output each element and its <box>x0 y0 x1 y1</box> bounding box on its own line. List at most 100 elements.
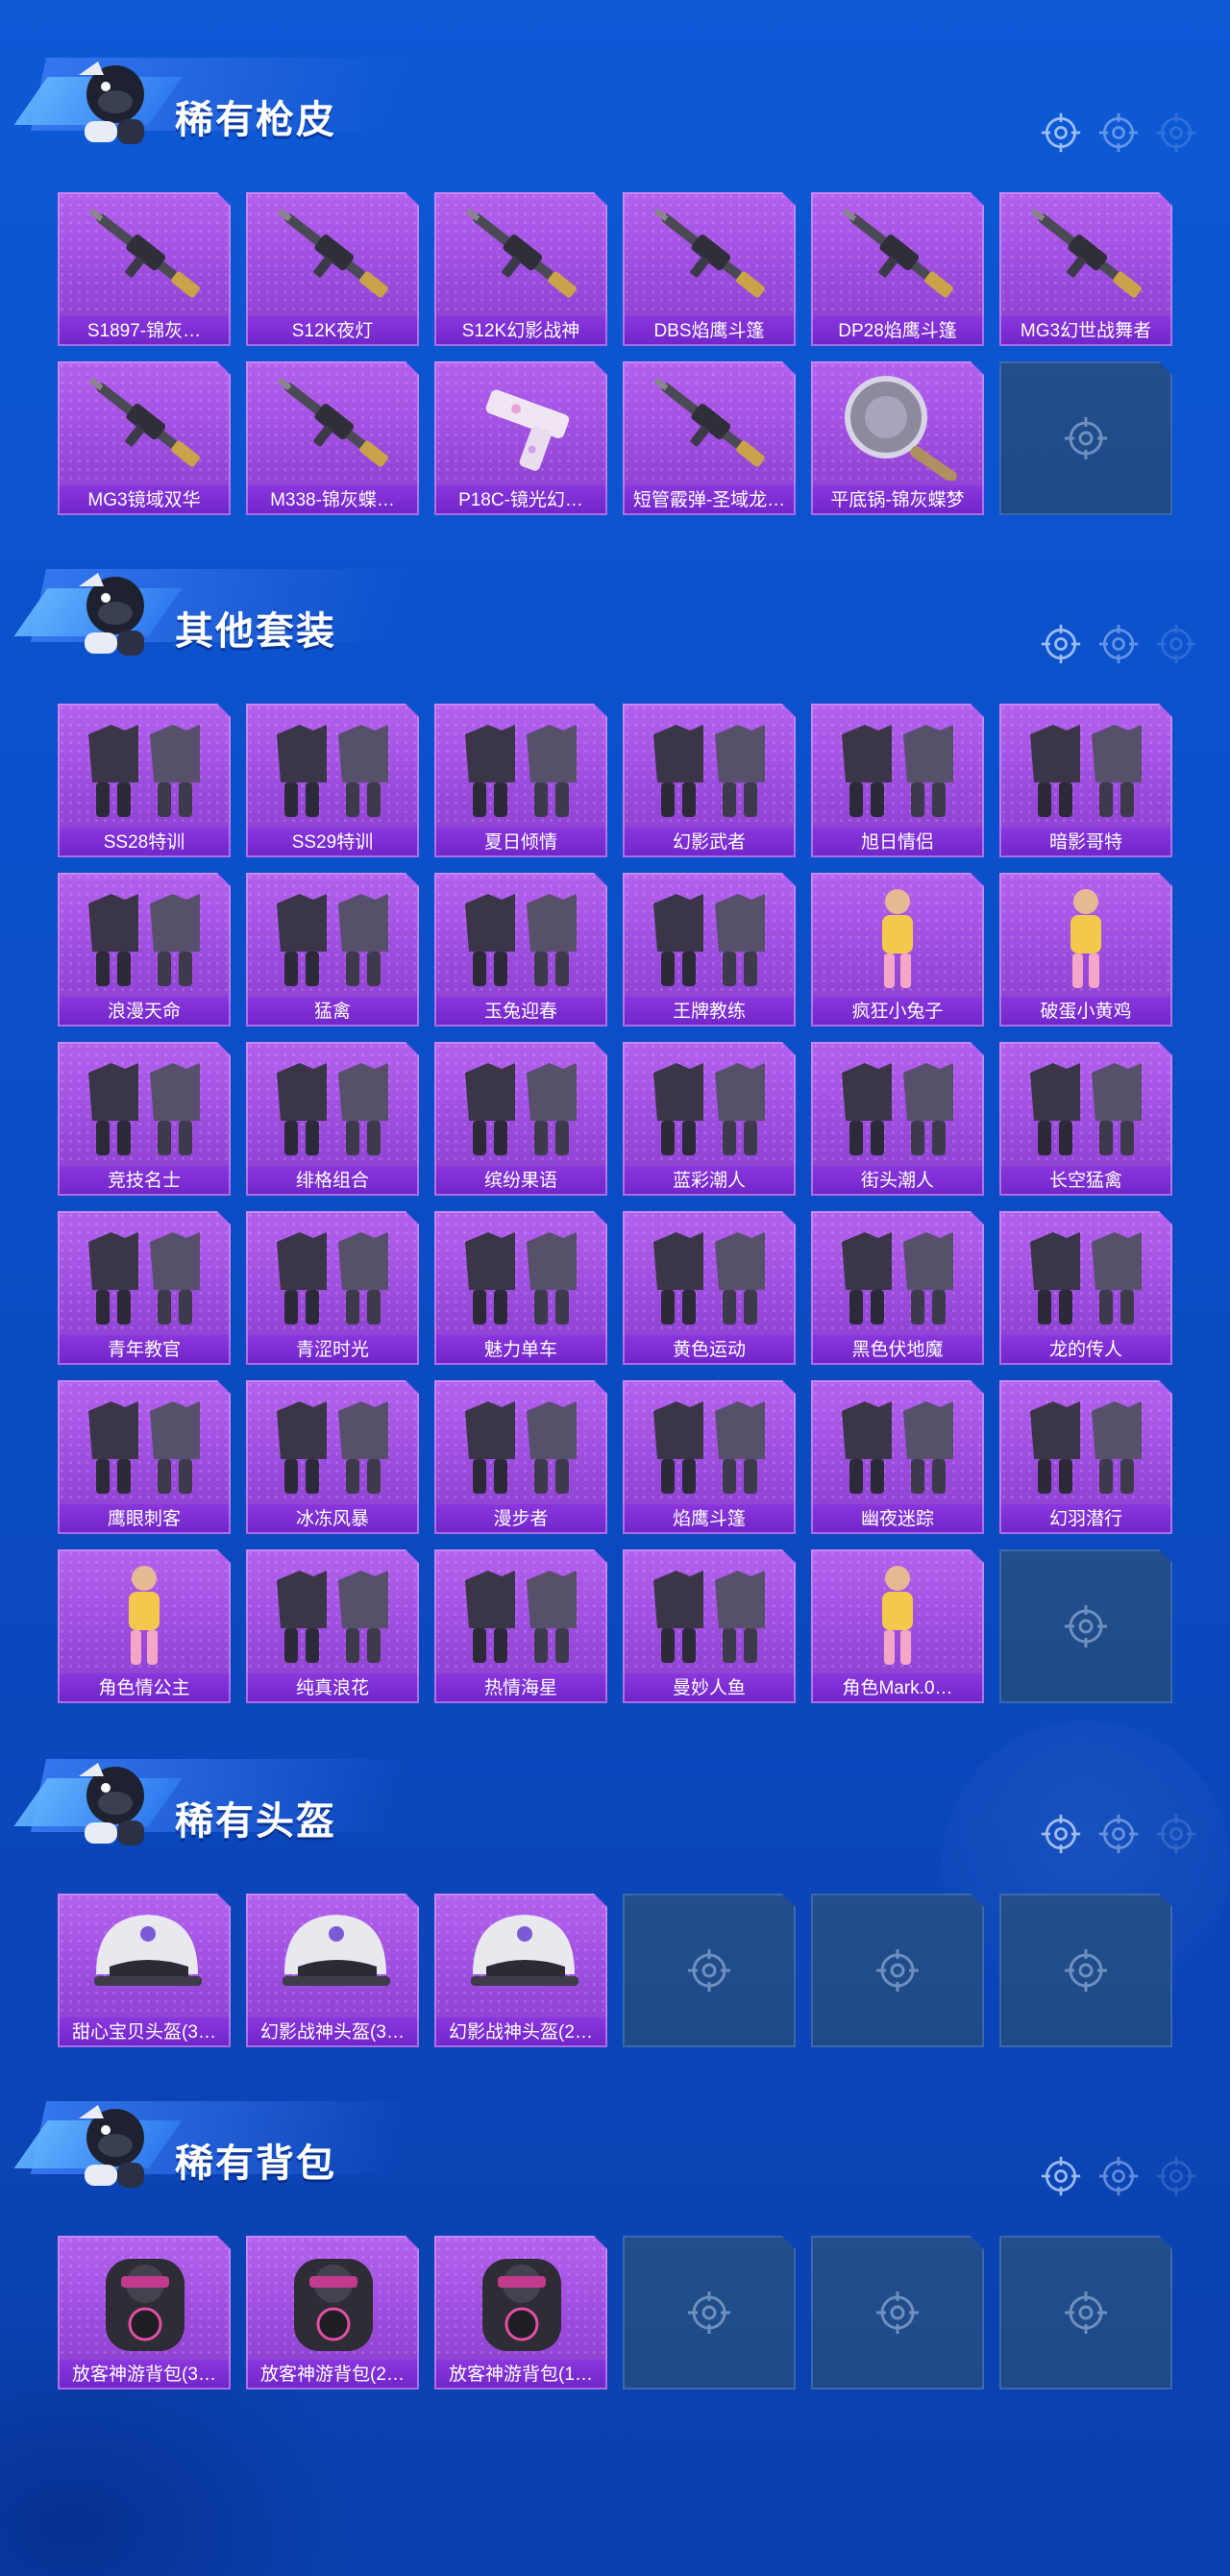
item-card[interactable]: S12K夜灯 <box>246 192 419 346</box>
mascot-icon <box>60 46 165 152</box>
item-label: MG3幻世战舞者 <box>999 316 1172 346</box>
item-label: 甜心宝贝头盔(3… <box>58 2018 231 2047</box>
item-image <box>444 879 598 992</box>
item-image <box>444 198 598 311</box>
item-card[interactable]: 龙的传人 <box>999 1211 1172 1365</box>
item-card[interactable]: 角色情公主 <box>58 1549 231 1703</box>
item-card[interactable]: 幻影战神头盔(2… <box>434 1894 607 2047</box>
item-card[interactable]: 曼妙人鱼 <box>623 1549 796 1703</box>
item-card[interactable]: 热情海星 <box>434 1549 607 1703</box>
item-label: S12K夜灯 <box>246 316 419 346</box>
item-card[interactable]: 玉兔迎春 <box>434 873 607 1027</box>
item-image <box>256 709 409 823</box>
item-card[interactable]: 鹰眼刺客 <box>58 1380 231 1534</box>
item-card[interactable]: 夏日倾情 <box>434 704 607 857</box>
item-card[interactable]: 焰鹰斗篷 <box>623 1380 796 1534</box>
crosshair-icon <box>1063 1947 1109 1994</box>
item-card[interactable]: 纯真浪花 <box>246 1549 419 1703</box>
item-label: 夏日倾情 <box>434 828 607 857</box>
item-card[interactable]: 浪漫天命 <box>58 873 231 1027</box>
item-label: 疯狂小兔子 <box>811 997 984 1027</box>
item-card[interactable]: 幽夜迷踪 <box>811 1380 984 1534</box>
item-label: 黑色伏地魔 <box>811 1335 984 1365</box>
item-card[interactable]: 猛禽 <box>246 873 419 1027</box>
item-image <box>444 1048 598 1161</box>
crosshair-icon <box>874 1947 921 1994</box>
item-label: 放客神游背包(3… <box>58 2360 231 2390</box>
item-card[interactable]: 冰冻风暴 <box>246 1380 419 1534</box>
section-header: 稀有背包 <box>0 2063 1230 2196</box>
item-label: 龙的传人 <box>999 1335 1172 1365</box>
item-label: 幻羽潜行 <box>999 1504 1172 1534</box>
item-image <box>632 1217 786 1330</box>
item-card[interactable]: 魅力单车 <box>434 1211 607 1365</box>
item-card[interactable]: SS28特训 <box>58 704 231 857</box>
item-label: 魅力单车 <box>434 1335 607 1365</box>
item-image <box>821 1217 974 1330</box>
item-label: 玉兔迎春 <box>434 997 607 1027</box>
item-label: 幻影战神头盔(2… <box>434 2018 607 2047</box>
item-card[interactable]: 暗影哥特 <box>999 704 1172 857</box>
item-label: 破蛋小黄鸡 <box>999 997 1172 1027</box>
item-card[interactable]: SS29特训 <box>246 704 419 857</box>
item-card[interactable]: DBS焰鹰斗篷 <box>623 192 796 346</box>
item-image <box>821 198 974 311</box>
item-card[interactable]: MG3镜域双华 <box>58 361 231 515</box>
item-card[interactable]: 黄色运动 <box>623 1211 796 1365</box>
item-image <box>821 1048 974 1161</box>
item-image <box>821 1386 974 1499</box>
item-card[interactable]: 竞技名士 <box>58 1042 231 1196</box>
item-card[interactable]: 王牌教练 <box>623 873 796 1027</box>
item-image <box>1009 709 1163 823</box>
item-label: 青涩时光 <box>246 1335 419 1365</box>
item-card[interactable]: 青年教官 <box>58 1211 231 1365</box>
item-image <box>632 1048 786 1161</box>
item-card[interactable]: 角色Mark.0… <box>811 1549 984 1703</box>
item-image <box>256 2242 409 2355</box>
item-card[interactable]: 旭日情侣 <box>811 704 984 857</box>
item-card[interactable]: 幻羽潜行 <box>999 1380 1172 1534</box>
item-image <box>444 709 598 823</box>
item-label: 短管霰弹-圣域龙… <box>623 485 796 515</box>
item-card[interactable]: 漫步者 <box>434 1380 607 1534</box>
item-image <box>67 1048 221 1161</box>
item-card[interactable]: 放客神游背包(2… <box>246 2236 419 2390</box>
section-title: 稀有枪皮 <box>175 99 336 141</box>
item-image <box>444 2242 598 2355</box>
item-card[interactable]: MG3幻世战舞者 <box>999 192 1172 346</box>
item-label: S12K幻影战神 <box>434 316 607 346</box>
item-image <box>1009 198 1163 311</box>
item-label: 青年教官 <box>58 1335 231 1365</box>
crosshair-icon <box>1063 2290 1109 2336</box>
empty-slot <box>811 2236 984 2390</box>
item-card[interactable]: 街头潮人 <box>811 1042 984 1196</box>
item-card[interactable]: DP28焰鹰斗篷 <box>811 192 984 346</box>
mascot-icon <box>60 2090 165 2195</box>
item-card[interactable]: M338-锦灰蝶… <box>246 361 419 515</box>
item-image <box>67 198 221 311</box>
item-card[interactable]: 短管霰弹-圣域龙… <box>623 361 796 515</box>
item-card[interactable]: 破蛋小黄鸡 <box>999 873 1172 1027</box>
decorative-crosshair-icons <box>1040 2155 1213 2199</box>
item-card[interactable]: 长空猛禽 <box>999 1042 1172 1196</box>
crosshair-icon <box>1063 415 1109 461</box>
item-card[interactable]: S1897-锦灰… <box>58 192 231 346</box>
crosshair-icon <box>686 2290 732 2336</box>
item-image <box>632 709 786 823</box>
item-card[interactable]: 绯格组合 <box>246 1042 419 1196</box>
item-card[interactable]: 幻影武者 <box>623 704 796 857</box>
item-card[interactable]: 放客神游背包(3… <box>58 2236 231 2390</box>
item-card[interactable]: 平底锅-锦灰蝶梦 <box>811 361 984 515</box>
item-card[interactable]: 蓝彩潮人 <box>623 1042 796 1196</box>
item-card[interactable]: S12K幻影战神 <box>434 192 607 346</box>
item-card[interactable]: 疯狂小兔子 <box>811 873 984 1027</box>
item-card[interactable]: 青涩时光 <box>246 1211 419 1365</box>
empty-slot <box>999 1549 1172 1703</box>
item-card[interactable]: 幻影战神头盔(3… <box>246 1894 419 2047</box>
item-card[interactable]: P18C-镜光幻… <box>434 361 607 515</box>
item-card[interactable]: 甜心宝贝头盔(3… <box>58 1894 231 2047</box>
item-card[interactable]: 放客神游背包(1… <box>434 2236 607 2390</box>
item-card[interactable]: 缤纷果语 <box>434 1042 607 1196</box>
item-card[interactable]: 黑色伏地魔 <box>811 1211 984 1365</box>
item-image <box>256 1555 409 1669</box>
